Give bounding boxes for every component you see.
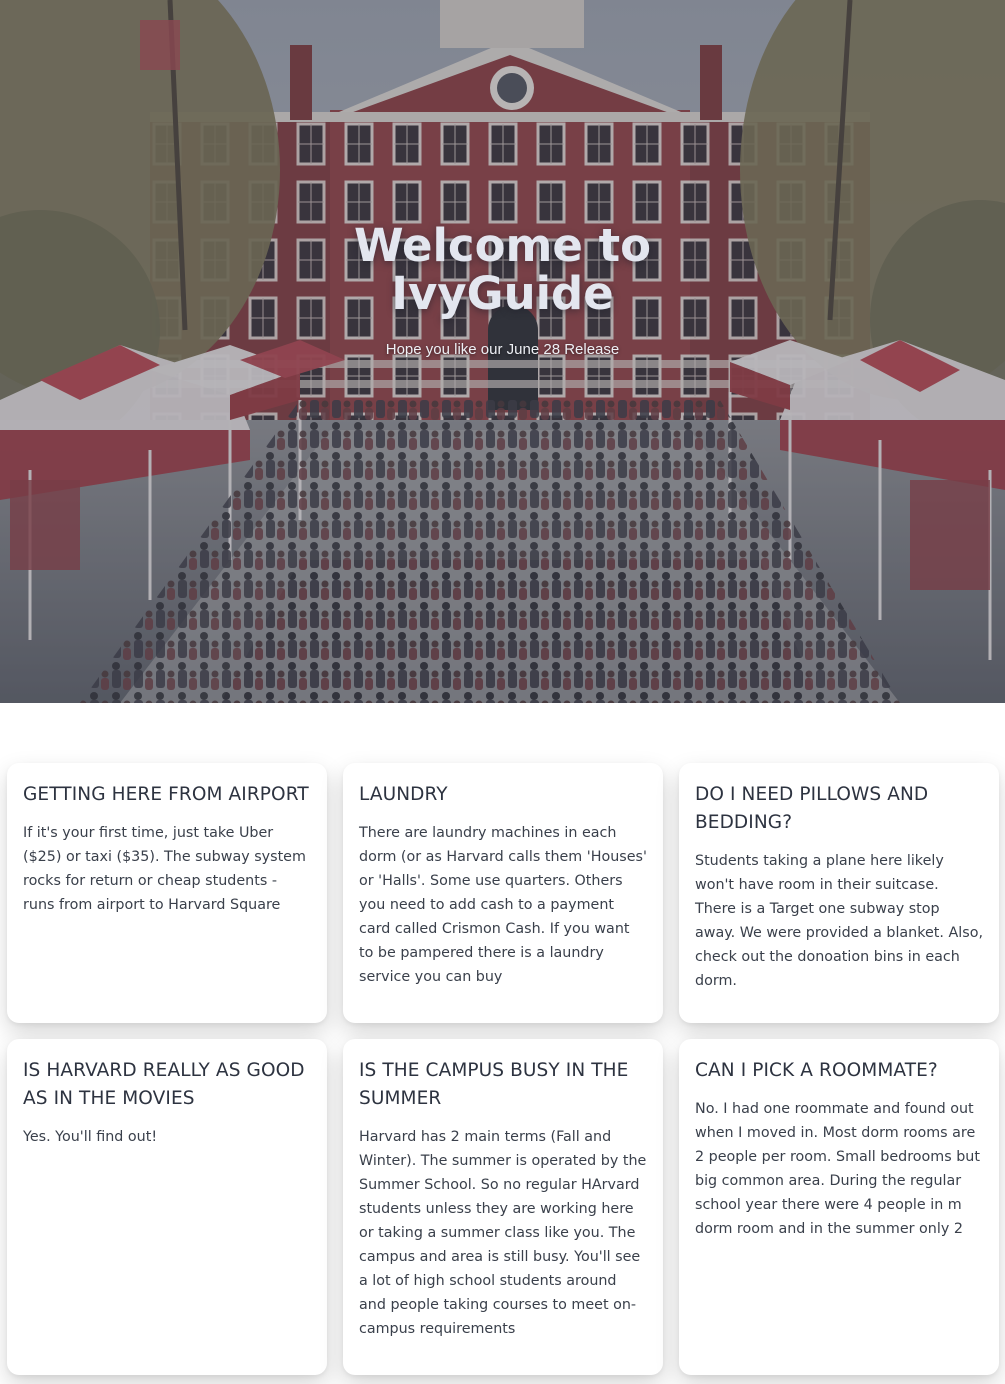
card-body: Harvard has 2 main terms (Fall and Winte… [359,1129,647,1337]
hero-title-line-2: IvyGuide [391,267,614,320]
faq-card-movies: IS HARVARD REALLY AS GOOD AS IN THE MOVI… [7,1039,327,1375]
card-title: IS THE CAMPUS BUSY IN THE SUMMER [359,1060,629,1109]
hero-subtitle: Hope you like our June 28 Release [385,341,620,358]
faq-card-bedding: DO I NEED PILLOWS AND BEDDING? Students … [679,763,999,1023]
faq-card-summer: IS THE CAMPUS BUSY IN THE SUMMER Harvard… [343,1039,663,1375]
card-body: Students taking a plane here likely won'… [695,853,983,989]
card-title: GETTING HERE FROM AIRPORT [23,784,309,805]
faq-card-airport: GETTING HERE FROM AIRPORT If it's your f… [7,763,327,1023]
card-body: If it's your first time, just take Uber … [23,825,306,913]
hero-banner: Welcome to IvyGuide Hope you like our Ju… [0,0,1005,703]
faq-card-laundry: LAUNDRY There are laundry machines in ea… [343,763,663,1023]
faq-card-roommate: CAN I PICK A ROOMMATE? No. I had one roo… [679,1039,999,1375]
hero-title: Welcome to IvyGuide [0,222,1005,318]
card-title: CAN I PICK A ROOMMATE? [695,1060,938,1081]
card-title: DO I NEED PILLOWS AND BEDDING? [695,784,929,833]
hero-title-line-1: Welcome to [353,219,652,272]
card-body: No. I had one roommate and found out whe… [695,1101,980,1237]
card-body: Yes. You'll find out! [23,1129,158,1145]
card-title: LAUNDRY [359,784,448,805]
card-title: IS HARVARD REALLY AS GOOD AS IN THE MOVI… [23,1060,305,1109]
card-body: There are laundry machines in each dorm … [359,825,647,985]
